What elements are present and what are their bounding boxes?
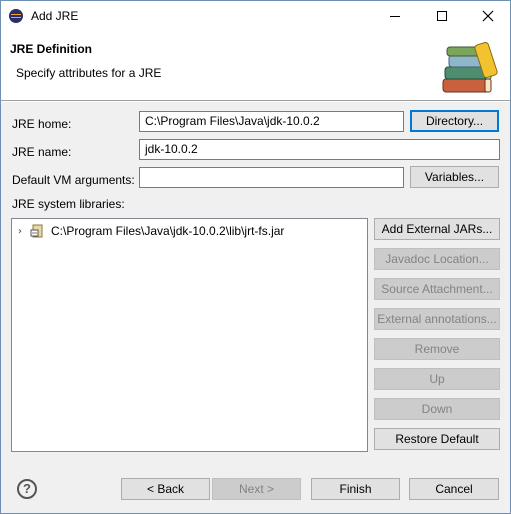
help-icon[interactable]: ? xyxy=(17,479,37,499)
window-title: Add JRE xyxy=(31,9,79,23)
minimize-icon xyxy=(389,15,400,17)
remove-button[interactable]: Remove xyxy=(374,338,500,360)
finish-button[interactable]: Finish xyxy=(311,478,400,500)
books-icon xyxy=(442,41,498,93)
back-button[interactable]: < Back xyxy=(121,478,210,500)
minimize-button[interactable] xyxy=(372,1,417,31)
jre-name-input[interactable]: jdk-10.0.2 xyxy=(139,139,500,160)
title-bar[interactable]: Add JRE xyxy=(1,1,510,31)
eclipse-icon xyxy=(9,9,23,23)
page-description: Specify attributes for a JRE xyxy=(16,66,162,80)
libraries-label: JRE system libraries: xyxy=(12,197,125,211)
page-title: JRE Definition xyxy=(10,42,93,56)
external-annotations-button[interactable]: External annotations... xyxy=(374,308,500,330)
vm-args-label: Default VM arguments: xyxy=(12,173,135,187)
down-button[interactable]: Down xyxy=(374,398,500,420)
restore-default-button[interactable]: Restore Default xyxy=(374,428,500,450)
jre-home-input[interactable]: C:\Program Files\Java\jdk-10.0.2 xyxy=(139,111,404,132)
wizard-header: JRE Definition Specify attributes for a … xyxy=(1,31,510,101)
vm-args-input[interactable] xyxy=(139,167,404,188)
directory-button[interactable]: Directory... xyxy=(410,110,499,132)
up-button[interactable]: Up xyxy=(374,368,500,390)
maximize-button[interactable] xyxy=(419,1,464,31)
close-button[interactable] xyxy=(465,1,510,31)
add-jre-dialog: Add JRE JRE Definition Specify attribute… xyxy=(0,0,511,514)
libraries-tree[interactable]: › C:\Program Files\Java\jdk-10.0.2\lib\j… xyxy=(11,218,368,452)
javadoc-location-button[interactable]: Javadoc Location... xyxy=(374,248,500,270)
next-button[interactable]: Next > xyxy=(212,478,301,500)
source-attachment-button[interactable]: Source Attachment... xyxy=(374,278,500,300)
jar-icon xyxy=(30,224,43,238)
cancel-button[interactable]: Cancel xyxy=(409,478,499,500)
wizard-body: JRE home: C:\Program Files\Java\jdk-10.0… xyxy=(1,102,510,513)
maximize-icon xyxy=(436,11,447,21)
expand-chevron-icon[interactable]: › xyxy=(18,226,30,237)
jre-home-label: JRE home: xyxy=(12,117,72,131)
library-item[interactable]: › C:\Program Files\Java\jdk-10.0.2\lib\j… xyxy=(18,223,284,239)
variables-button[interactable]: Variables... xyxy=(410,166,499,188)
close-icon xyxy=(482,10,493,22)
library-path: C:\Program Files\Java\jdk-10.0.2\lib\jrt… xyxy=(51,224,285,238)
add-external-jars-button[interactable]: Add External JARs... xyxy=(374,218,500,240)
jre-name-label: JRE name: xyxy=(12,145,72,159)
